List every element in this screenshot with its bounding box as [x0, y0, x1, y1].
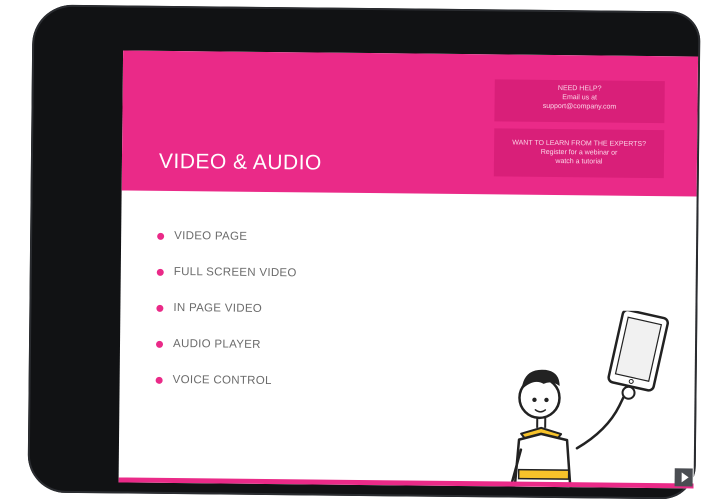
menu-item-voice-control[interactable]: VOICE CONTROL	[155, 362, 295, 399]
tablet-device: VIDEO & AUDIO NEED HELP? Email us at sup…	[27, 4, 701, 499]
play-button[interactable]	[674, 468, 693, 487]
feature-menu: VIDEO PAGE FULL SCREEN VIDEO IN PAGE VID…	[155, 218, 297, 399]
character-with-tablet-illustration	[509, 309, 670, 489]
help-box[interactable]: NEED HELP? Email us at support@company.c…	[494, 79, 665, 124]
bullet-icon	[155, 376, 163, 384]
header-banner: VIDEO & AUDIO NEED HELP? Email us at sup…	[121, 50, 699, 197]
bullet-icon	[155, 340, 164, 348]
menu-item-label: FULL SCREEN VIDEO	[173, 266, 297, 280]
bullet-icon	[157, 232, 165, 240]
held-tablet-icon	[607, 309, 670, 392]
hand-shape	[621, 385, 636, 400]
menu-item-label: VIDEO PAGE	[174, 230, 248, 243]
menu-item-full-screen-video[interactable]: FULL SCREEN VIDEO	[156, 254, 297, 291]
neck	[536, 417, 547, 428]
bullet-icon	[156, 268, 164, 276]
page-title: VIDEO & AUDIO	[158, 149, 322, 175]
play-icon	[681, 472, 689, 483]
menu-item-label: VOICE CONTROL	[172, 374, 272, 388]
bullet-icon	[156, 304, 164, 312]
app-screen: VIDEO & AUDIO NEED HELP? Email us at sup…	[118, 50, 699, 489]
menu-item-label: AUDIO PLAYER	[172, 338, 261, 351]
torso-shape	[513, 432, 572, 489]
experts-tutorial-link[interactable]: watch a tutorial	[494, 156, 664, 167]
menu-item-in-page-video[interactable]: IN PAGE VIDEO	[156, 290, 296, 327]
arm-line	[575, 387, 629, 450]
sweater-stripe	[517, 468, 570, 480]
menu-item-audio-player[interactable]: AUDIO PLAYER	[155, 326, 296, 363]
menu-item-label: IN PAGE VIDEO	[173, 302, 263, 315]
support-email-link[interactable]: support@company.com	[494, 101, 664, 112]
experts-box[interactable]: WANT TO LEARN FROM THE EXPERTS? Register…	[493, 128, 665, 179]
menu-item-video-page[interactable]: VIDEO PAGE	[157, 218, 297, 255]
